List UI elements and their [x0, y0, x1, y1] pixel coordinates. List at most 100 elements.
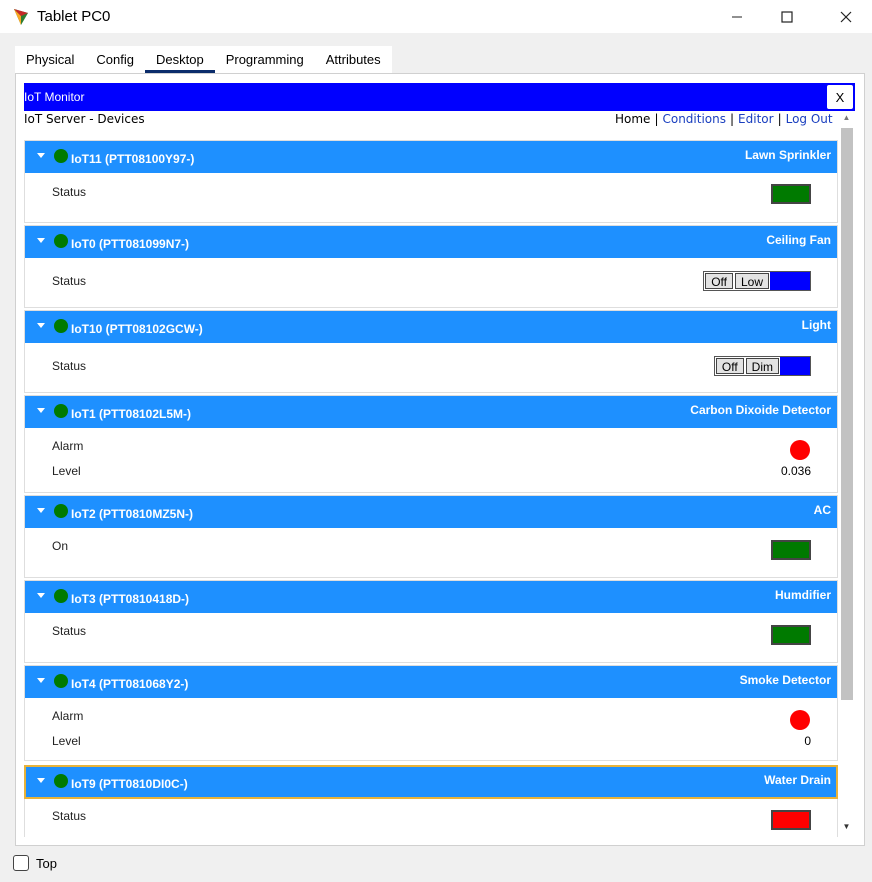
monitor-close-button[interactable]: X	[826, 84, 854, 110]
iot-monitor-bar: IoT Monitor X	[24, 83, 855, 111]
nav-links: Home | Conditions | Editor | Log Out	[615, 112, 833, 126]
online-status-icon	[54, 404, 68, 418]
status-label: Status	[52, 809, 87, 823]
device-name: IoT9 (PTT0810DI0C-)	[71, 777, 188, 791]
device-card-ceiling-fan: IoT0 (PTT081099N7-) Ceiling Fan Status O…	[24, 225, 838, 308]
tab-desktop[interactable]: Desktop	[145, 46, 215, 73]
device-header[interactable]: IoT9 (PTT0810DI0C-) Water Drain	[24, 765, 838, 799]
level-label: Level	[52, 734, 81, 748]
chevron-down-icon[interactable]	[37, 238, 45, 243]
scroll-up-arrow[interactable]: ▲	[841, 113, 852, 125]
device-header[interactable]: IoT11 (PTT08100Y97-) Lawn Sprinkler	[25, 141, 837, 173]
device-type: Lawn Sprinkler	[744, 148, 831, 162]
on-label: On	[52, 539, 69, 553]
minimize-icon	[732, 16, 742, 17]
close-icon	[840, 11, 852, 22]
alarm-label: Alarm	[52, 439, 84, 453]
close-window-button[interactable]	[823, 0, 869, 33]
tab-config[interactable]: Config	[85, 46, 145, 73]
device-name: IoT0 (PTT081099N7-)	[71, 237, 190, 251]
chevron-down-icon[interactable]	[37, 593, 45, 598]
online-status-icon	[54, 234, 68, 248]
maximize-button[interactable]	[764, 0, 810, 33]
top-checkbox-label: Top	[36, 856, 57, 871]
device-type: Ceiling Fan	[766, 233, 831, 247]
device-type: Carbon Dixoide Detector	[690, 403, 831, 417]
scrollbar-thumb[interactable]	[841, 128, 853, 700]
status-indicator-green[interactable]	[771, 184, 811, 204]
device-type: Water Drain	[764, 773, 831, 787]
level-value: 0.036	[780, 464, 811, 478]
chevron-down-icon[interactable]	[37, 153, 45, 158]
device-card-carbon-dioxide-detector: IoT1 (PTT08102L5M-) Carbon Dixoide Detec…	[24, 395, 838, 493]
title-bar: Tablet PC0	[0, 0, 872, 33]
online-status-icon	[54, 319, 68, 333]
device-name: IoT10 (PTT08102GCW-)	[71, 322, 203, 336]
fan-level-fill[interactable]	[770, 272, 810, 290]
device-header[interactable]: IoT10 (PTT08102GCW-) Light	[25, 311, 837, 343]
online-status-icon	[54, 504, 68, 518]
home-link[interactable]: Home	[615, 112, 650, 126]
alarm-label: Alarm	[52, 709, 84, 723]
status-label: Status	[52, 359, 87, 373]
packet-tracer-icon	[14, 9, 28, 25]
fan-speed-control[interactable]: Off Low	[703, 271, 811, 291]
status-label: Status	[52, 185, 87, 199]
chevron-down-icon[interactable]	[37, 408, 45, 413]
chevron-down-icon[interactable]	[37, 778, 45, 783]
device-type: Humdifier	[774, 588, 831, 602]
device-type: Light	[801, 318, 831, 332]
device-name: IoT2 (PTT0810MZ5N-)	[71, 507, 194, 521]
window-title: Tablet PC0	[37, 8, 111, 25]
online-status-icon	[54, 674, 68, 688]
status-indicator-green[interactable]	[771, 540, 811, 560]
device-header[interactable]: IoT0 (PTT081099N7-) Ceiling Fan	[25, 226, 837, 258]
conditions-link[interactable]: Conditions	[662, 112, 726, 126]
device-name: IoT4 (PTT081068Y2-)	[71, 677, 189, 691]
maximize-icon	[781, 10, 793, 23]
status-indicator-green[interactable]	[771, 625, 811, 645]
light-dim-option[interactable]: Dim	[745, 358, 779, 374]
device-list: IoT11 (PTT08100Y97-) Lawn Sprinkler Stat…	[24, 140, 838, 837]
device-card-ac: IoT2 (PTT0810MZ5N-) AC On	[24, 495, 838, 578]
device-card-lawn-sprinkler: IoT11 (PTT08100Y97-) Lawn Sprinkler Stat…	[24, 140, 838, 223]
chevron-down-icon[interactable]	[37, 678, 45, 683]
device-header[interactable]: IoT1 (PTT08102L5M-) Carbon Dixoide Detec…	[25, 396, 837, 428]
device-type: AC	[813, 503, 831, 517]
status-label: Status	[52, 624, 87, 638]
device-card-humidifier: IoT3 (PTT0810418D-) Humdifier Status	[24, 580, 838, 663]
minimize-button[interactable]	[714, 0, 760, 33]
editor-link[interactable]: Editor	[738, 112, 774, 126]
status-label: Status	[52, 274, 87, 288]
light-level-control[interactable]: Off Dim	[713, 356, 811, 376]
online-status-icon	[54, 149, 68, 163]
top-checkbox[interactable]	[13, 855, 29, 871]
scroll-down-arrow[interactable]: ▼	[841, 822, 852, 834]
alarm-indicator-red	[790, 440, 810, 460]
device-header[interactable]: IoT4 (PTT081068Y2-) Smoke Detector	[25, 666, 837, 698]
chevron-down-icon[interactable]	[37, 323, 45, 328]
fan-off-option[interactable]: Off	[705, 273, 733, 289]
device-card-smoke-detector: IoT4 (PTT081068Y2-) Smoke Detector Alarm…	[24, 665, 838, 761]
online-status-icon	[54, 774, 68, 788]
nav-separator: |	[730, 112, 735, 126]
status-indicator-red[interactable]	[771, 810, 811, 830]
nav-separator: |	[777, 112, 782, 126]
device-name: IoT3 (PTT0810418D-)	[71, 592, 190, 606]
device-header[interactable]: IoT2 (PTT0810MZ5N-) AC	[25, 496, 837, 528]
online-status-icon	[54, 589, 68, 603]
device-name: IoT1 (PTT08102L5M-)	[71, 407, 192, 421]
tab-attributes[interactable]: Attributes	[315, 46, 392, 73]
server-devices-label: IoT Server - Devices	[24, 112, 145, 126]
nav-separator: |	[654, 112, 659, 126]
fan-low-option[interactable]: Low	[734, 273, 769, 289]
tab-programming[interactable]: Programming	[215, 46, 315, 73]
chevron-down-icon[interactable]	[37, 508, 45, 513]
light-off-option[interactable]: Off	[715, 358, 744, 374]
iot-monitor-title: IoT Monitor	[24, 90, 85, 104]
device-header[interactable]: IoT3 (PTT0810418D-) Humdifier	[25, 581, 837, 613]
alarm-indicator-red	[790, 710, 810, 730]
tab-physical[interactable]: Physical	[15, 46, 85, 73]
logout-link[interactable]: Log Out	[786, 112, 833, 126]
light-level-fill[interactable]	[780, 357, 810, 375]
